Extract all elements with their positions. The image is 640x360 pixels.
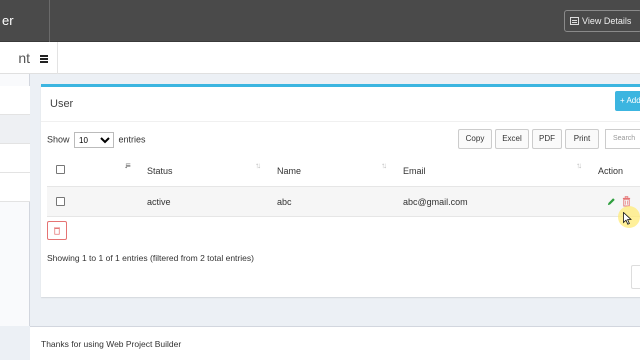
sidebar-item-2[interactable] — [0, 115, 30, 144]
sort-asc-icon[interactable]: ↓≡ — [124, 161, 131, 170]
table-header-row — [47, 155, 640, 187]
header-name[interactable]: Name — [277, 155, 302, 187]
table-row[interactable]: active abc abc@gmail.com — [47, 187, 640, 217]
select-all-checkbox[interactable] — [56, 165, 65, 174]
trash-icon — [54, 227, 60, 235]
sidebar-toggle-button[interactable] — [30, 42, 58, 74]
header-status[interactable]: Status — [147, 155, 173, 187]
sidebar-item-4[interactable] — [0, 173, 30, 202]
pagination[interactable] — [631, 265, 640, 289]
mouse-cursor-highlight — [618, 206, 640, 228]
search-input[interactable]: Search — [605, 129, 640, 149]
header-email[interactable]: Email — [403, 155, 426, 187]
pdf-button[interactable]: PDF — [532, 129, 562, 149]
entries-length-control: Show 10 entries — [47, 132, 146, 148]
sort-icon[interactable]: ↑↓ — [255, 161, 261, 170]
bulk-delete-button[interactable] — [47, 221, 67, 240]
view-details-label: View Details — [582, 16, 632, 26]
user-panel: User + Add Show 10 entries Copy Excel PD… — [41, 84, 640, 297]
footer-text: Thanks for using Web Project Builder — [41, 339, 182, 349]
show-label: Show — [47, 134, 70, 145]
panel-title: User — [50, 98, 74, 110]
table-info: Showing 1 to 1 of 1 entries (filtered fr… — [47, 253, 254, 263]
sort-icon[interactable]: ↑↓ — [576, 161, 582, 170]
cell-name: abc — [277, 197, 292, 207]
sidebar: nt — [0, 42, 30, 326]
window-icon — [570, 17, 579, 25]
entries-select[interactable]: 10 — [74, 132, 115, 148]
content-header-bar — [30, 42, 640, 74]
sidebar-item-1[interactable] — [0, 86, 30, 115]
header-action: Action — [598, 155, 624, 187]
edit-pencil-icon[interactable] — [607, 197, 616, 206]
cell-email: abc@gmail.com — [403, 197, 468, 207]
divider — [41, 121, 640, 122]
footer: Thanks for using Web Project Builder — [30, 326, 640, 360]
sidebar-item-3[interactable] — [0, 144, 30, 173]
sidebar-brand[interactable]: nt — [0, 42, 30, 74]
print-button[interactable]: Print — [565, 129, 599, 149]
entries-label: entries — [118, 134, 146, 145]
copy-button[interactable]: Copy — [458, 129, 492, 149]
mouse-pointer-icon — [623, 212, 632, 225]
excel-button[interactable]: Excel — [495, 129, 529, 149]
hamburger-icon — [40, 55, 48, 57]
top-navbar: er View Details — [0, 0, 640, 42]
view-details-button[interactable]: View Details — [564, 10, 640, 32]
cell-status: active — [147, 197, 171, 207]
sort-icon[interactable]: ↑↓ — [381, 161, 387, 170]
add-button[interactable]: + Add — [615, 91, 640, 111]
app-brand[interactable]: er — [0, 0, 50, 42]
row-checkbox[interactable] — [56, 197, 65, 206]
